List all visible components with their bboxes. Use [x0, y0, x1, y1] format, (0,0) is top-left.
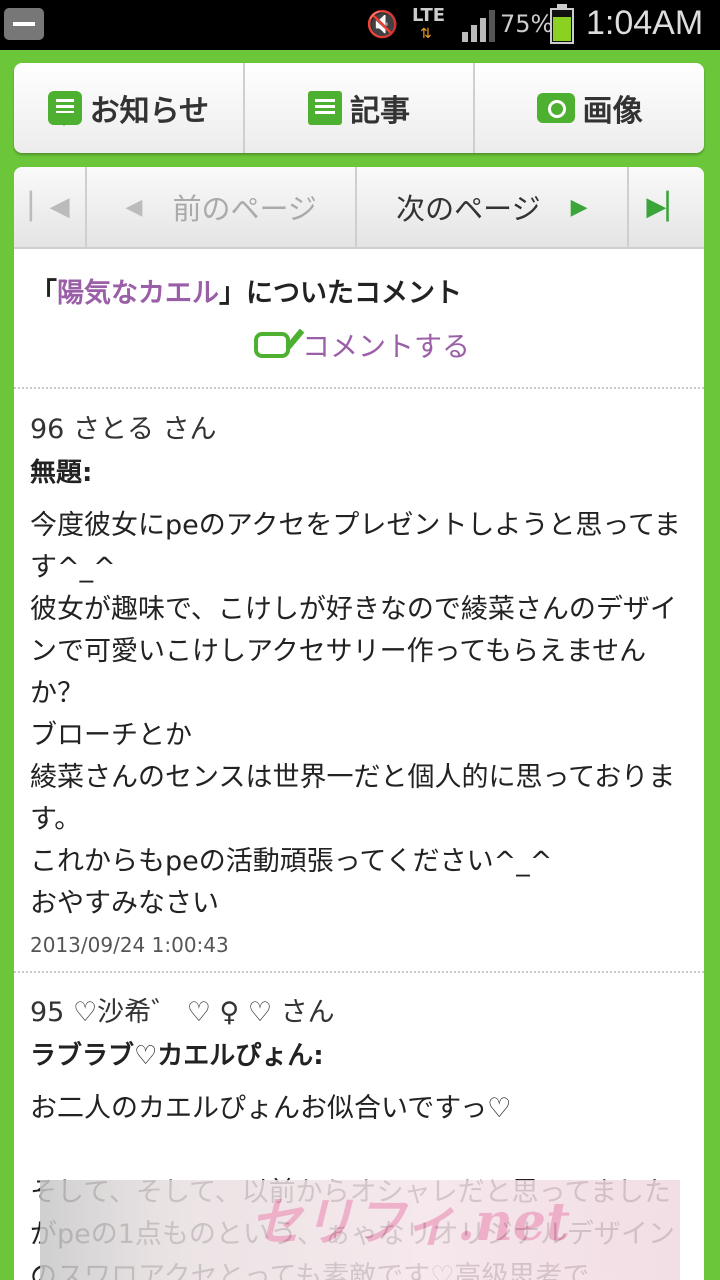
notice-icon	[47, 91, 82, 126]
next-arrow-icon: ▶	[570, 194, 588, 220]
status-bar: 🔇 LTE ⇅ 75% 1:04AM	[0, 0, 720, 50]
battery-percent: 75%	[500, 10, 554, 38]
battery-icon	[550, 4, 574, 44]
write-comment-label: コメントする	[302, 330, 471, 363]
image-button[interactable]: 画像	[475, 63, 704, 153]
data-arrows-icon: ⇅	[420, 26, 432, 42]
prev-arrow-icon: ◀	[125, 194, 143, 220]
ad-title: セリフィ.net	[250, 1192, 570, 1253]
last-page-button[interactable]: ▶▏	[629, 167, 704, 247]
prev-page-label: 前のページ	[172, 192, 317, 226]
comment-title: 無題:	[30, 458, 93, 488]
next-page-label: 次のページ	[396, 192, 541, 226]
signal-icon	[462, 10, 496, 42]
mute-icon: 🔇	[366, 10, 399, 40]
notice-button[interactable]: お知らせ	[14, 63, 245, 153]
ad-banner[interactable]: セリフィ.net	[40, 1180, 680, 1280]
content-panel: ▏◀ ◀ 前のページ 次のページ ▶ ▶▏ 「陽気なカエル」についたコメント コ…	[14, 167, 704, 1280]
write-comment-link[interactable]: コメントする	[254, 325, 470, 365]
prev-page-button[interactable]: ◀ 前のページ	[87, 167, 358, 247]
image-label: 画像	[582, 94, 643, 129]
comment-item: 96 さとる さん 無題: 今度彼女にpeのアクセをプレゼントしようと思ってます…	[30, 407, 690, 957]
first-page-button[interactable]: ▏◀	[14, 167, 88, 247]
article-label: 記事	[350, 94, 410, 129]
divider	[14, 387, 704, 389]
notice-label: お知らせ	[89, 94, 210, 129]
pen-icon	[254, 332, 290, 358]
first-page-icon: ▏◀	[29, 192, 70, 222]
comment-author: 95 ♡沙希゛ ♡ ♀ ♡ さん	[30, 997, 335, 1028]
comment-date: 2013/09/24 1:00:43	[30, 933, 229, 957]
top-nav: お知らせ 記事 画像	[14, 63, 704, 153]
last-page-icon: ▶▏	[646, 192, 687, 222]
clock: 1:04AM	[586, 4, 704, 42]
back-icon[interactable]	[4, 8, 44, 40]
page-title: 「陽気なカエル」についたコメント	[30, 278, 462, 309]
comment-author: 96 さとる さん	[30, 414, 217, 445]
comment-title: ラブラブ♡カエルぴょん:	[30, 1041, 324, 1071]
divider	[14, 971, 704, 973]
comment-body: 今度彼女にpeのアクセをプレゼントしようと思ってます^_^ 彼女が趣味で、こけし…	[30, 510, 681, 919]
article-title-link[interactable]: 陽気なカエル	[57, 278, 219, 309]
pager: ▏◀ ◀ 前のページ 次のページ ▶ ▶▏	[14, 167, 704, 249]
network-type: LTE	[412, 5, 446, 26]
article-button[interactable]: 記事	[245, 63, 476, 153]
camera-icon	[536, 93, 575, 123]
next-page-button[interactable]: 次のページ ▶	[357, 167, 629, 247]
article-icon	[308, 91, 342, 125]
